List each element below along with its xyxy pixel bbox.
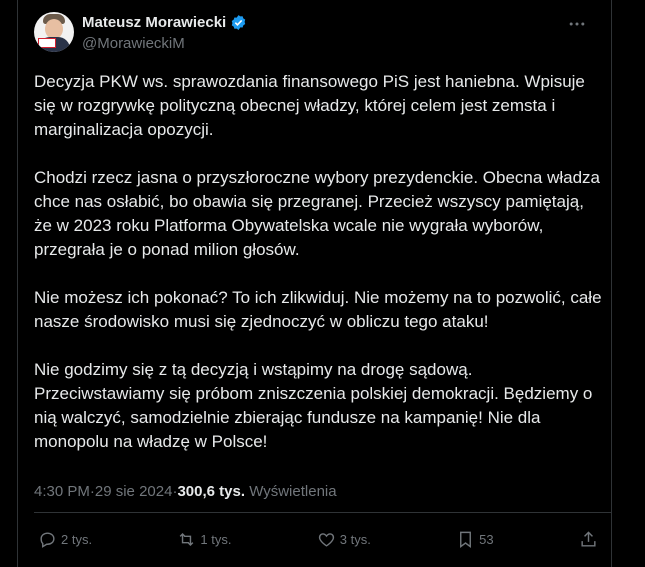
tweet-paragraph: Nie godzimy się z tą decyzją i wstąpimy … <box>34 360 593 451</box>
app-frame: Mateusz Morawiecki @MorawieckiM Decyzja … <box>0 0 645 567</box>
tweet-date[interactable]: 29 sie 2024 <box>95 483 173 500</box>
author-name-row: Mateusz Morawiecki <box>82 14 247 31</box>
repost-icon <box>180 532 194 547</box>
timeline-column: Mateusz Morawiecki @MorawieckiM Decyzja … <box>17 0 612 567</box>
tweet-text: Decyzja PKW ws. sprawozdania finansowego… <box>34 70 604 478</box>
verified-badge-icon <box>231 15 246 30</box>
more-icon[interactable] <box>567 14 587 39</box>
views-label: Wyświetlenia <box>249 483 337 500</box>
bookmark-button[interactable]: 53 <box>456 530 494 549</box>
tweet-paragraph: Chodzi rzecz jasna o przyszłoroczne wybo… <box>34 168 600 259</box>
more-dots <box>569 22 585 26</box>
tweet-paragraph: Nie możesz ich pokonać? To ich zlikwiduj… <box>34 288 602 331</box>
avatar-face <box>45 19 63 39</box>
share-icon <box>581 531 596 547</box>
avatar[interactable] <box>34 12 74 52</box>
views-count: 300,6 tys. <box>177 483 246 500</box>
repost-button[interactable]: 1 tys. <box>177 530 231 549</box>
heart-icon <box>318 533 334 547</box>
reply-icon <box>40 532 55 548</box>
bookmark-count: 53 <box>479 532 494 547</box>
tweet-paragraph: Decyzja PKW ws. sprawozdania finansowego… <box>34 72 585 139</box>
reply-button[interactable]: 2 tys. <box>38 530 92 549</box>
divider <box>34 512 611 513</box>
reply-count: 2 tys. <box>61 532 93 547</box>
author-name[interactable]: Mateusz Morawiecki <box>82 14 226 31</box>
author-handle[interactable]: @MorawieckiM <box>82 35 185 52</box>
tweet-time[interactable]: 4:30 PM <box>34 483 90 500</box>
like-button[interactable]: 3 tys. <box>317 530 371 549</box>
bookmark-icon <box>460 531 472 549</box>
action-bar: 2 tys. 1 tys. 3 tys. 53 <box>38 530 598 549</box>
share-button[interactable] <box>579 530 598 549</box>
like-count: 3 tys. <box>339 532 371 547</box>
tweet-meta: 4:30 PM · 29 sie 2024 · 300,6 tys. Wyświ… <box>34 483 337 500</box>
repost-count: 1 tys. <box>200 532 232 547</box>
avatar-badge <box>38 38 56 48</box>
